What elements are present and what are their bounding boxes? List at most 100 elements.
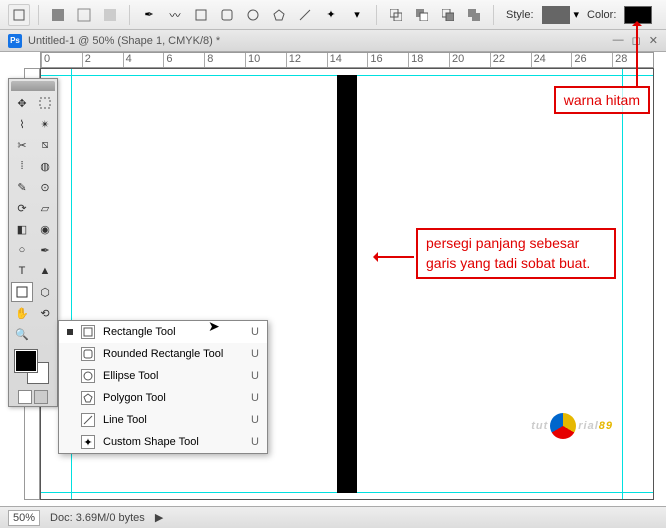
color-swatches (11, 348, 55, 388)
eyedropper-tool-icon[interactable]: ⁞ (11, 156, 33, 176)
wand-tool-icon[interactable]: ✴ (34, 114, 56, 134)
flyout-item-polygon[interactable]: Polygon Tool U (59, 387, 267, 409)
color-label: Color: (587, 9, 616, 21)
style-label: Style: (506, 9, 534, 21)
flyout-label: Polygon Tool (103, 392, 166, 404)
pen-tool-icon[interactable]: ✒ (34, 240, 56, 260)
type-tool-icon[interactable]: T (11, 261, 33, 281)
shape-tool-icon[interactable] (11, 282, 33, 302)
stamp-tool-icon[interactable]: ⊙ (34, 177, 56, 197)
spacer (34, 324, 56, 344)
separator (129, 5, 130, 25)
shape-layers-icon[interactable] (47, 4, 69, 26)
path-select-tool-icon[interactable]: ▲ (34, 261, 56, 281)
style-dropdown-icon[interactable]: ▾ (574, 8, 580, 21)
rotate-tool-icon[interactable]: ⟲ (34, 303, 56, 323)
brush-tool-icon[interactable]: ✎ (11, 177, 33, 197)
move-tool-icon[interactable]: ✥ (11, 93, 33, 113)
flyout-item-custom-shape[interactable]: ✦ Custom Shape Tool U (59, 431, 267, 453)
ruler-tick: 22 (490, 53, 531, 67)
ruler-tick: 16 (367, 53, 408, 67)
crop-tool-icon[interactable]: ✂ (11, 135, 33, 155)
freeform-pen-icon[interactable]: 〰 (164, 4, 186, 26)
flyout-label: Rounded Rectangle Tool (103, 348, 223, 360)
shape-rectangle[interactable] (337, 75, 357, 493)
document-title: Untitled-1 @ 50% (Shape 1, CMYK/8) * (28, 35, 220, 47)
close-icon[interactable]: ✕ (649, 34, 658, 47)
ellipse-shape-icon[interactable] (242, 4, 264, 26)
dropdown-arrow-icon[interactable]: ▾ (346, 4, 368, 26)
line-shape-icon[interactable] (294, 4, 316, 26)
ruler-tick: 2 (82, 53, 123, 67)
ruler-tick: 18 (408, 53, 449, 67)
marquee-tool-icon[interactable] (34, 93, 56, 113)
heal-tool-icon[interactable]: ◍ (34, 156, 56, 176)
path-add-icon[interactable] (385, 4, 407, 26)
3d-tool-icon[interactable]: ⬡ (34, 282, 56, 302)
flyout-shortcut: U (251, 414, 259, 426)
polygon-shape-icon[interactable] (268, 4, 290, 26)
flyout-label: Rectangle Tool (103, 326, 176, 338)
pen-icon[interactable]: ✒ (138, 4, 160, 26)
watermark: tut rial 89 (531, 413, 613, 439)
path-subtract-icon[interactable] (411, 4, 433, 26)
watermark-logo-icon (550, 413, 576, 439)
flyout-item-rectangle[interactable]: Rectangle Tool U (59, 321, 267, 343)
history-brush-tool-icon[interactable]: ⟳ (11, 198, 33, 218)
blur-tool-icon[interactable]: ◉ (34, 219, 56, 239)
ruler-tick: 4 (123, 53, 164, 67)
ruler-tick: 14 (327, 53, 368, 67)
bullet-icon (67, 329, 73, 335)
status-bar: 50% Doc: 3.69M/0 bytes ▶ (0, 506, 666, 528)
ruler-tick: 26 (571, 53, 612, 67)
dodge-tool-icon[interactable]: ○ (11, 240, 33, 260)
ruler-tick: 28 (612, 53, 653, 67)
path-exclude-icon[interactable] (463, 4, 485, 26)
flyout-item-line[interactable]: Line Tool U (59, 409, 267, 431)
flyout-label: Ellipse Tool (103, 370, 158, 382)
standard-mode-icon[interactable] (18, 390, 32, 404)
watermark-text: tut (531, 420, 548, 432)
color-swatch[interactable] (624, 6, 652, 24)
path-intersect-icon[interactable] (437, 4, 459, 26)
flyout-item-ellipse[interactable]: Ellipse Tool U (59, 365, 267, 387)
doc-info-label: Doc: 3.69M/0 bytes (50, 512, 145, 524)
panel-grip[interactable] (11, 81, 55, 91)
foreground-color-swatch[interactable] (15, 350, 37, 372)
flyout-label: Custom Shape Tool (103, 436, 199, 448)
quickmask-mode-icon[interactable] (34, 390, 48, 404)
eraser-tool-icon[interactable]: ▱ (34, 198, 56, 218)
tools-panel: ✥ ⌇ ✴ ✂ ⧅ ⁞ ◍ ✎ ⊙ ⟳ ▱ ◧ ◉ ○ ✒ T ▲ ⬡ ✋ ⟲ … (8, 78, 58, 407)
hand-tool-icon[interactable]: ✋ (11, 303, 33, 323)
flyout-shortcut: U (251, 436, 259, 448)
ruler-tick: 20 (449, 53, 490, 67)
rounded-rect-shape-icon[interactable] (216, 4, 238, 26)
minimize-icon[interactable]: — (613, 34, 624, 47)
separator (376, 5, 377, 25)
shape-tool-indicator[interactable] (8, 4, 30, 26)
zoom-tool-icon[interactable]: 🔍 (11, 324, 33, 344)
gradient-tool-icon[interactable]: ◧ (11, 219, 33, 239)
lasso-tool-icon[interactable]: ⌇ (11, 114, 33, 134)
watermark-text: 89 (599, 420, 613, 432)
guide-vertical (622, 69, 623, 499)
flyout-shortcut: U (251, 392, 259, 404)
slice-tool-icon[interactable]: ⧅ (34, 135, 56, 155)
ruler-tick: 24 (531, 53, 572, 67)
zoom-field[interactable]: 50% (8, 510, 40, 526)
ruler-tick: 0 (41, 53, 82, 67)
custom-shape-icon[interactable]: ✦ (320, 4, 342, 26)
fill-pixels-icon[interactable] (99, 4, 121, 26)
flyout-item-rounded-rectangle[interactable]: Rounded Rectangle Tool U (59, 343, 267, 365)
rect-shape-icon[interactable] (190, 4, 212, 26)
line-icon (81, 413, 95, 427)
rounded-rect-icon (81, 347, 95, 361)
info-menu-arrow-icon[interactable]: ▶ (155, 511, 163, 524)
flyout-shortcut: U (251, 348, 259, 360)
style-swatch[interactable] (542, 6, 570, 24)
paths-icon[interactable] (73, 4, 95, 26)
restore-icon[interactable]: ◻ (632, 34, 641, 47)
ruler-tick: 8 (204, 53, 245, 67)
ruler-tick: 6 (163, 53, 204, 67)
rectangle-icon (81, 325, 95, 339)
